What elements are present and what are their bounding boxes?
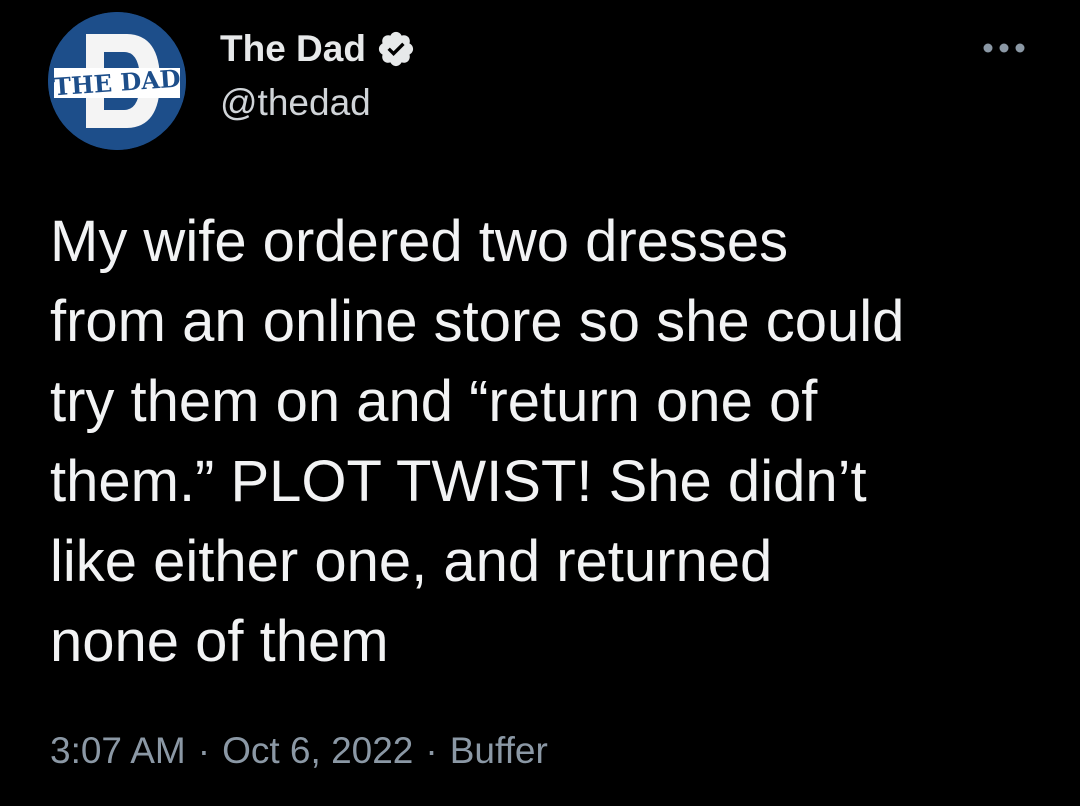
display-name[interactable]: The Dad: [220, 28, 366, 70]
tweet-date[interactable]: Oct 6, 2022: [222, 730, 413, 772]
avatar[interactable]: THE DAD: [48, 12, 186, 150]
tweet-metadata: 3:07 AM · Oct 6, 2022 · Buffer: [50, 730, 548, 772]
tweet-card: THE DAD The Dad @thedad My wife ordered …: [0, 0, 1080, 806]
more-horizontal-icon: [983, 43, 1025, 53]
tweet-text: My wife ordered two dresses from an onli…: [50, 209, 905, 674]
separator: ·: [425, 730, 438, 771]
author-name-row: The Dad: [220, 26, 416, 72]
tweet-source[interactable]: Buffer: [450, 730, 548, 772]
verified-badge-icon: [378, 31, 414, 67]
author-handle[interactable]: @thedad: [220, 82, 371, 124]
tweet-time[interactable]: 3:07 AM: [50, 730, 186, 772]
more-options-button[interactable]: [978, 30, 1030, 66]
the-dad-logo-icon: THE DAD: [48, 12, 186, 150]
separator: ·: [197, 730, 211, 771]
